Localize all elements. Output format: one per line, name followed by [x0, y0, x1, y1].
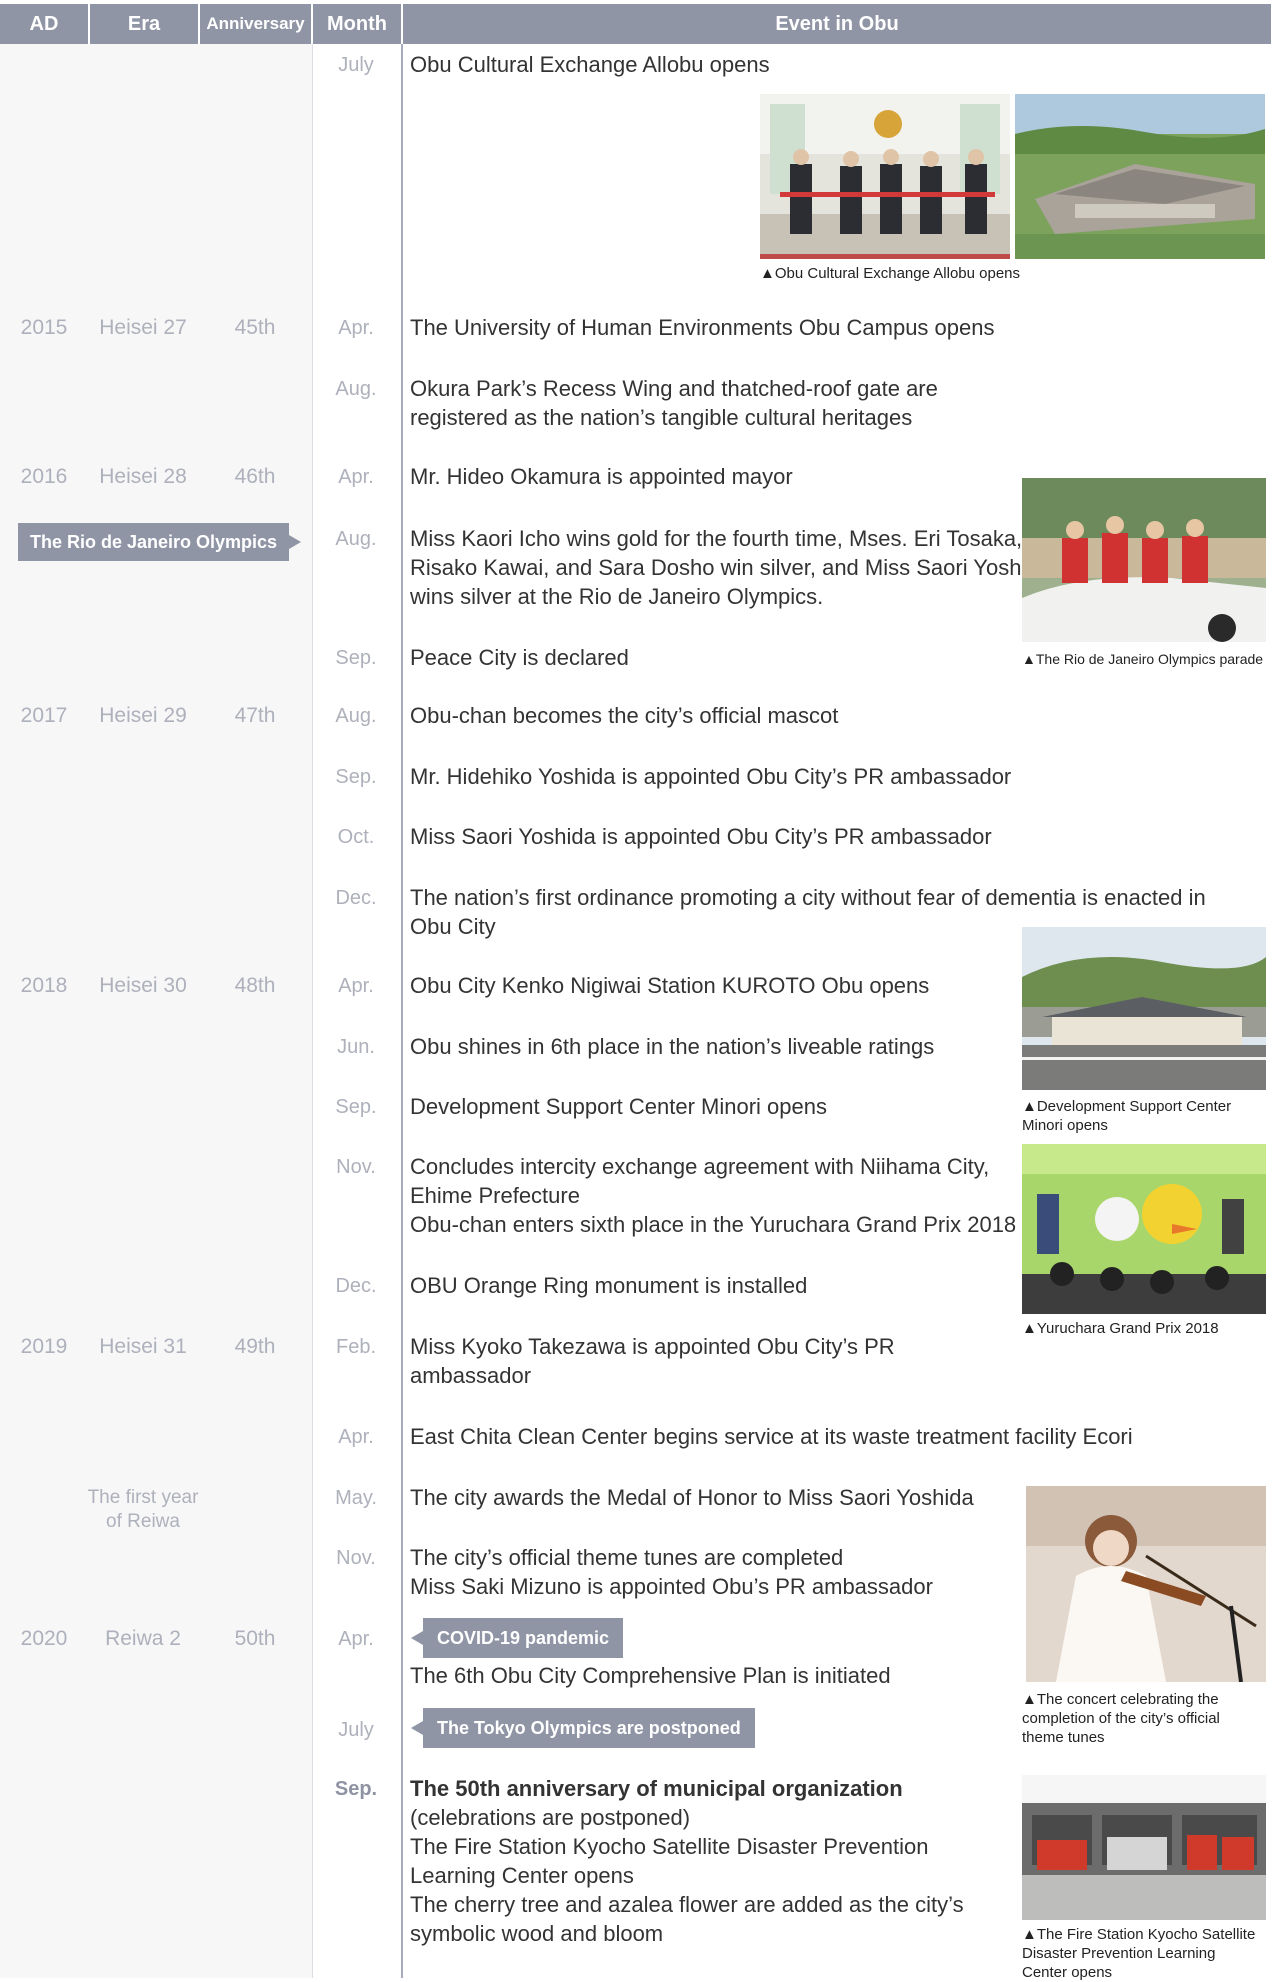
header-anniversary: Anniversary — [200, 4, 311, 44]
month-label: Sep. — [334, 1778, 378, 1800]
rio-olympics-tag-label: The Rio de Janeiro Olympics — [29, 531, 278, 552]
year-ad-2015: 2015 — [20, 316, 68, 339]
event-text: East Chita Clean Center begins service a… — [410, 1424, 1133, 1449]
event-text: Miss Kyoko Takezawa is appointed Obu Cit… — [410, 1334, 895, 1388]
minori-center-photo — [1022, 927, 1266, 1090]
month-label: Sep. — [335, 766, 377, 788]
event-title: The 50th anniversary of municipal organi… — [410, 1776, 903, 1801]
allobu-aerial-photo — [1015, 94, 1265, 259]
year-era-2016: Heisei 28 — [99, 465, 187, 488]
year-era-2018: Heisei 30 — [99, 974, 187, 997]
event-text: The 6th Obu City Comprehensive Plan is i… — [410, 1663, 891, 1688]
event-text: Development Support Center Minori opens — [410, 1094, 828, 1119]
event-text: Okura Park’s Recess Wing and thatched-ro… — [410, 376, 938, 430]
event-text: Mr. Hideo Okamura is appointed mayor — [410, 464, 793, 489]
event-text: OBU Orange Ring monument is installed — [410, 1273, 808, 1298]
concert-photo — [1026, 1486, 1266, 1682]
event-text: Mr. Hidehiko Yoshida is appointed Obu Ci… — [410, 764, 1012, 789]
month-label: Nov. — [336, 1156, 376, 1178]
month-label: Nov. — [336, 1547, 376, 1569]
month-label: Sep. — [335, 1096, 377, 1118]
event-text: Obu City Kenko Nigiwai Station KUROTO Ob… — [410, 973, 930, 998]
year-anniversary-2017: 47th — [234, 704, 276, 727]
month-label: July — [338, 54, 374, 76]
year-anniversary-2018: 48th — [234, 974, 276, 997]
year-era-2020: Reiwa 2 — [105, 1627, 181, 1650]
header-month: Month — [313, 4, 401, 44]
event-text: The University of Human Environments Obu… — [410, 315, 995, 340]
header-ad: AD — [0, 4, 88, 44]
month-label: Aug. — [335, 705, 377, 727]
minori-photo-caption: ▲Development Support Center Minori opens — [1022, 1098, 1232, 1134]
month-label: Feb. — [335, 1336, 377, 1358]
year-era-reiwa-1: The first year of Reiwa — [87, 1487, 199, 1532]
allobu-ceremony-photo — [760, 94, 1010, 259]
event-text: The city awards the Medal of Honor to Mi… — [410, 1485, 974, 1510]
month-label: Apr. — [338, 466, 374, 488]
month-label: July — [338, 1719, 374, 1741]
tokyo-olympics-tag: The Tokyo Olympics are postponed — [411, 1708, 755, 1748]
timeline-divider — [401, 44, 403, 1978]
year-ad-2020: 2020 — [20, 1627, 68, 1650]
tag-arrow-icon — [289, 535, 301, 549]
year-ad-2016: 2016 — [20, 465, 68, 488]
header-event: Event in Obu — [403, 4, 1271, 44]
rio-olympics-tag: The Rio de Janeiro Olympics — [18, 523, 301, 561]
month-label: Aug. — [335, 528, 377, 550]
month-label: Aug. — [335, 378, 377, 400]
year-era-2015: Heisei 27 — [99, 316, 187, 339]
event-text: Obu Cultural Exchange Allobu opens — [410, 52, 770, 77]
year-ad-2017: 2017 — [20, 704, 68, 727]
event-text: Obu shines in 6th place in the nation’s … — [410, 1034, 935, 1059]
concert-photo-caption: ▲The concert celebrating the completion … — [1022, 1691, 1220, 1746]
year-era-2019: Heisei 31 — [99, 1335, 187, 1358]
tag-arrow-icon — [411, 1721, 423, 1735]
year-anniversary-2016: 46th — [234, 465, 276, 488]
month-label: Apr. — [338, 1628, 374, 1650]
event-text: Obu-chan becomes the city’s official mas… — [410, 703, 839, 728]
year-anniversary-2019: 49th — [234, 1335, 276, 1358]
year-anniversary-2020: 50th — [234, 1627, 276, 1650]
year-anniversary-2015: 45th — [234, 316, 276, 339]
rio-photo-caption: ▲The Rio de Janeiro Olympics parade — [1022, 651, 1264, 667]
covid-pandemic-tag: COVID-19 pandemic — [411, 1618, 624, 1658]
yuruchara-photo — [1022, 1144, 1266, 1314]
fire-station-photo — [1022, 1775, 1266, 1920]
tag-arrow-icon — [411, 1631, 423, 1645]
event-text: The city’s official theme tunes are comp… — [410, 1545, 933, 1599]
year-ad-2018: 2018 — [20, 974, 68, 997]
month-label: Apr. — [338, 975, 374, 997]
event-text: (celebrations are postponed) The Fire St… — [410, 1805, 964, 1946]
event-text: Miss Saori Yoshida is appointed Obu City… — [410, 824, 992, 849]
event-text: Concludes intercity exchange agreement w… — [410, 1154, 1017, 1237]
month-label: Oct. — [337, 826, 375, 848]
event-text: Peace City is declared — [410, 645, 629, 670]
month-label: Apr. — [338, 317, 374, 339]
month-label: May. — [335, 1487, 377, 1509]
left-divider — [312, 44, 313, 1978]
year-era-2017: Heisei 29 — [99, 704, 187, 727]
fire-station-photo-caption: ▲The Fire Station Kyocho Satellite Disas… — [1022, 1926, 1256, 1981]
allobu-photo-caption: ▲Obu Cultural Exchange Allobu opens — [760, 265, 1021, 282]
month-label: Dec. — [335, 1275, 377, 1297]
month-label: Sep. — [335, 647, 377, 669]
month-label: Jun. — [337, 1036, 375, 1058]
month-label: Dec. — [335, 887, 377, 909]
header-era: Era — [90, 4, 198, 44]
tokyo-olympics-tag-label: The Tokyo Olympics are postponed — [437, 1717, 741, 1738]
month-label: Apr. — [338, 1426, 374, 1448]
covid-pandemic-tag-label: COVID-19 pandemic — [437, 1627, 610, 1648]
rio-parade-photo — [1022, 478, 1266, 642]
year-ad-2019: 2019 — [20, 1335, 68, 1358]
event-text: Miss Kaori Icho wins gold for the fourth… — [410, 526, 1051, 609]
yuruchara-photo-caption: ▲Yuruchara Grand Prix 2018 — [1022, 1320, 1219, 1337]
